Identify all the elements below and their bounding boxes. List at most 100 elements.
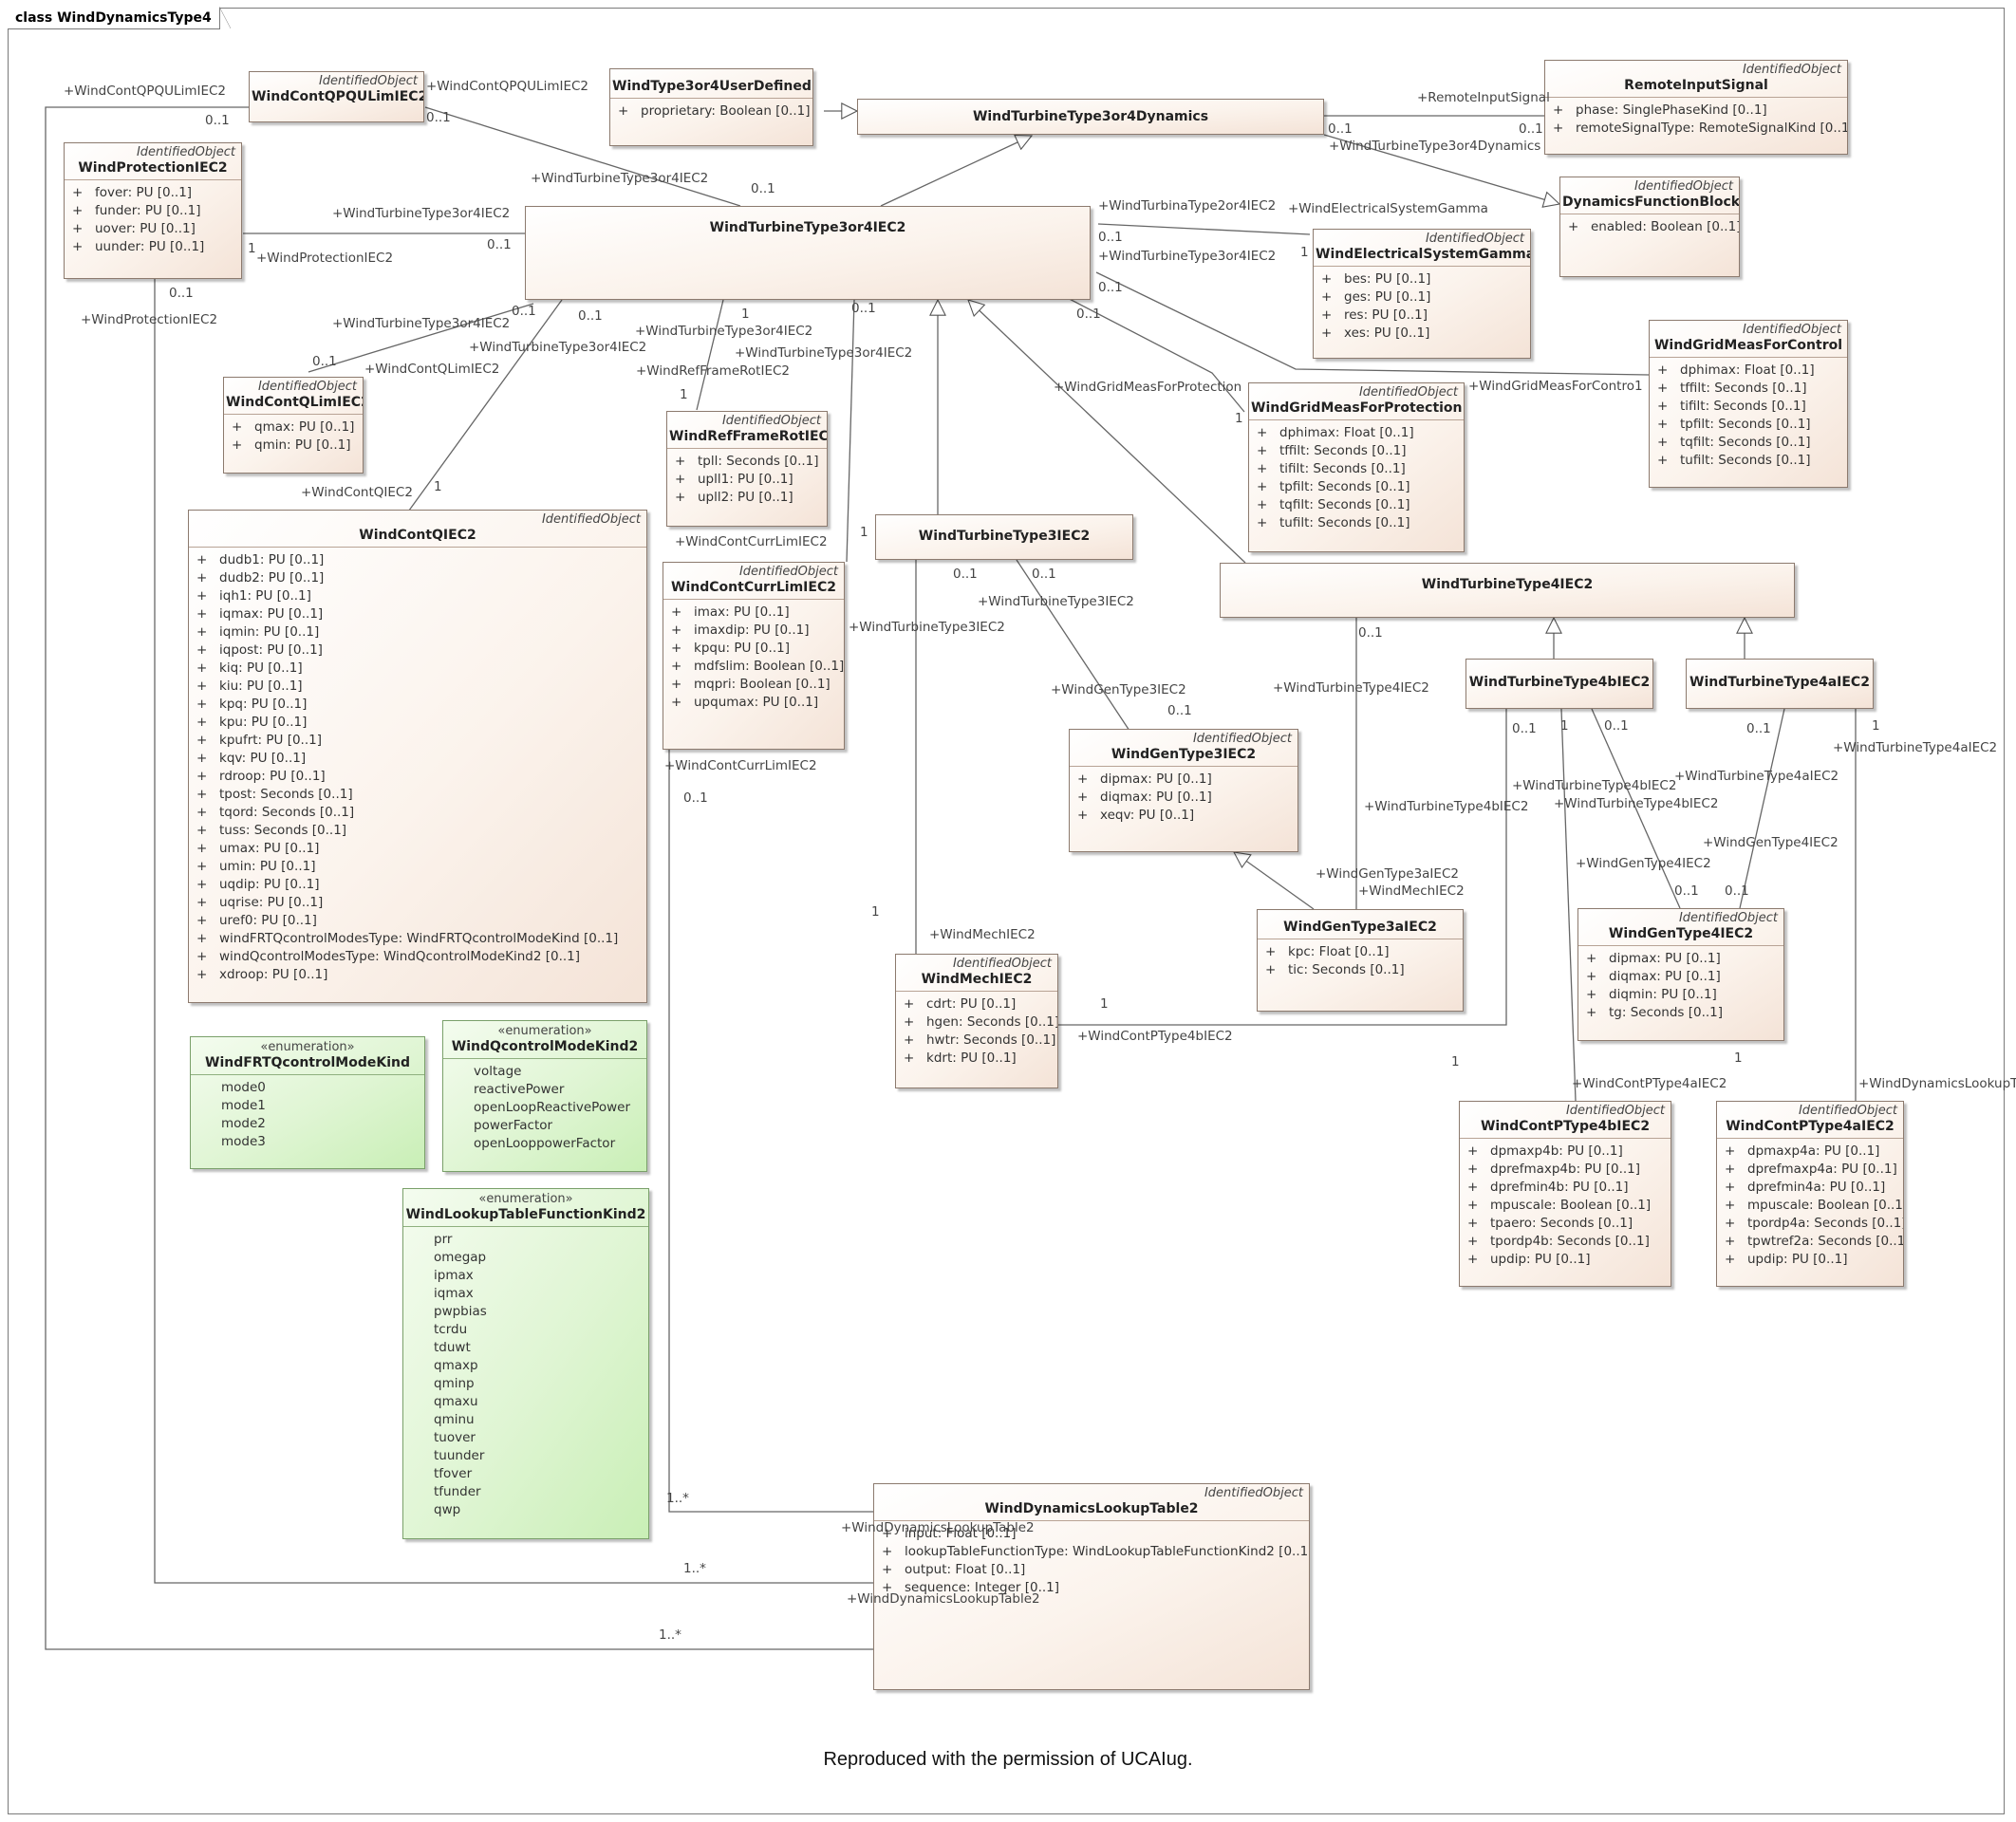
enum-literal: voltage <box>474 1064 522 1079</box>
class-windgentype4[interactable]: IdentifiedObject WindGenType4IEC2 + dipma… <box>1577 908 1784 1041</box>
enum-literal: iqmax <box>434 1286 474 1301</box>
class-dynamicsfunctionblock[interactable]: IdentifiedObject DynamicsFunctionBlock +… <box>1559 177 1740 277</box>
class-windturbinetype4[interactable]: WindTurbineType4IEC2 <box>1220 563 1795 618</box>
multiplicity-label: 0..1 <box>169 286 194 301</box>
class-name: WindContQIEC2 <box>359 528 476 543</box>
attribute-row: + dprefmin4a: PU [0..1] <box>1725 1180 1886 1195</box>
attribute-list: + phase: SinglePhaseKind [0..1] + remoteSi… <box>1545 97 1847 139</box>
attribute-row: + diqmax: PU [0..1] <box>1586 969 1721 984</box>
class-windturbinetype3or4dynamics[interactable]: WindTurbineType3or4Dynamics <box>857 99 1324 135</box>
enum-stereotype: «enumeration» <box>260 1040 355 1054</box>
attribute-row: + umax: PU [0..1] <box>196 841 320 856</box>
role-label: 1 <box>871 904 880 920</box>
enum-literal: reactivePower <box>474 1082 565 1097</box>
class-name: WindType3or4UserDefined <box>612 79 812 94</box>
attribute-row: + xeqv: PU [0..1] <box>1077 808 1195 823</box>
diagram-canvas: class WindDynamicsType4 IdentifiedObject… <box>0 0 2016 1822</box>
multiplicity-label: 0..1 <box>1746 721 1771 736</box>
enum-literal: tfunder <box>434 1484 481 1499</box>
attribute-row: + tuss: Seconds [0..1] <box>196 823 347 838</box>
class-windcontq[interactable]: IdentifiedObject WindContQIEC2 + dudb1: P… <box>188 510 647 1003</box>
attribute-row: + phase: SinglePhaseKind [0..1] <box>1553 102 1767 118</box>
class-windturbinetype4a[interactable]: WindTurbineType4aIEC2 <box>1686 659 1874 709</box>
role-label: +WindTurbineType3or4Dynamics <box>1329 139 1541 154</box>
attribute-list: + enabled: Boolean [0..1] <box>1560 214 1739 238</box>
multiplicity-label: 0..1 <box>1032 567 1056 582</box>
attribute-row: + mqpri: Boolean [0..1] <box>671 677 831 692</box>
role-label: +WindContCurrLimIEC2 <box>664 758 817 773</box>
attribute-list: + proprietary: Boolean [0..1] <box>610 98 812 122</box>
class-windturbinetype4b[interactable]: WindTurbineType4bIEC2 <box>1465 659 1653 709</box>
enum-literal: mode3 <box>221 1134 266 1149</box>
class-windgridmeasforprotection[interactable]: IdentifiedObject WindGridMeasForProtecti… <box>1248 382 1465 552</box>
class-stereotype: IdentifiedObject <box>1565 1104 1665 1118</box>
class-windcontptype4b[interactable]: IdentifiedObject WindContPType4bIEC2 + dp… <box>1459 1101 1671 1287</box>
class-windgridmeasforcontrol[interactable]: IdentifiedObject WindGridMeasForControl … <box>1649 320 1848 488</box>
permission-caption: Reproduced with the permission of UCAIug… <box>823 1749 1193 1770</box>
class-name: WindMechIEC2 <box>921 972 1033 987</box>
enum-stereotype: «enumeration» <box>497 1024 592 1038</box>
class-windelectricalsystemgamma[interactable]: IdentifiedObject WindElectricalSystemGam… <box>1313 229 1531 359</box>
attribute-list: + dipmax: PU [0..1] + diqmax: PU [0..1] + x… <box>1070 766 1297 827</box>
role-label: +WindTurbinaType2or4IEC2 <box>1098 198 1277 214</box>
class-windcontptype4a[interactable]: IdentifiedObject WindContPType4aIEC2 + dp… <box>1716 1101 1904 1287</box>
attribute-row: + imaxdip: PU [0..1] <box>671 623 810 638</box>
assoc-currlim-lookup <box>668 750 873 1513</box>
attribute-row: + iqpost: PU [0..1] <box>196 642 323 658</box>
enum-literal: mode2 <box>221 1116 266 1131</box>
class-windgentype3a[interactable]: WindGenType3aIEC2 + kpc: Float [0..1] + ti… <box>1257 909 1464 1012</box>
attribute-row: + kpufrt: PU [0..1] <box>196 733 322 748</box>
multiplicity-label: 0..1 <box>1674 883 1699 899</box>
attribute-row: + diqmax: PU [0..1] <box>1077 790 1212 805</box>
class-windrefframerot[interactable]: IdentifiedObject WindRefFrameRotIEC2 + tp… <box>666 411 828 527</box>
multiplicity-label: 1 <box>434 479 442 494</box>
role-label: 1 <box>1451 1054 1460 1069</box>
enum-windqcontrolmodekind2[interactable]: «enumeration» WindQcontrolModeKind2 volt… <box>442 1020 647 1172</box>
attribute-row: + dudb2: PU [0..1] <box>196 570 325 586</box>
attribute-row: + dphimax: Float [0..1] <box>1657 363 1815 378</box>
class-name: WindGenType3aIEC2 <box>1283 920 1437 935</box>
enum-literal-list: voltage reactivePower openLoopReactivePo… <box>443 1058 646 1155</box>
attribute-row: + iqmax: PU [0..1] <box>196 606 324 622</box>
class-windcontqpqulim[interactable]: IdentifiedObject WindContQPQULimIEC2 <box>249 71 424 122</box>
attribute-row: + dpmaxp4a: PU [0..1] <box>1725 1143 1880 1159</box>
role-label: +WindContQIEC2 <box>301 485 413 500</box>
class-stereotype: IdentifiedObject <box>1192 732 1292 746</box>
attribute-row: + proprietary: Boolean [0..1] <box>618 103 811 119</box>
class-windgentype3[interactable]: IdentifiedObject WindGenType3IEC2 + dipma… <box>1069 729 1298 852</box>
attribute-row: + kiu: PU [0..1] <box>196 679 303 694</box>
assoc-type4a-gentype4 <box>1739 708 1785 909</box>
multiplicity-label: 1 <box>680 387 688 402</box>
class-windtype3or4userdefined[interactable]: WindType3or4UserDefined + proprietary: Bo… <box>609 68 813 146</box>
class-stereotype: IdentifiedObject <box>1742 63 1841 77</box>
class-windprotection[interactable]: IdentifiedObject WindProtectionIEC2 + fov… <box>64 142 242 279</box>
attribute-list: + kpc: Float [0..1] + tic: Seconds [0..1] <box>1258 939 1463 981</box>
attribute-row: + tifilt: Seconds [0..1] <box>1657 399 1806 414</box>
attribute-row: + tpost: Seconds [0..1] <box>196 787 353 802</box>
class-windmech[interactable]: IdentifiedObject WindMechIEC2 + cdrt: PU … <box>895 954 1058 1088</box>
class-windcontcurrlim[interactable]: IdentifiedObject WindContCurrLimIEC2 + im… <box>663 562 845 750</box>
multiplicity-label: 0..1 <box>312 354 337 369</box>
class-windturbinetype3[interactable]: WindTurbineType3IEC2 <box>875 514 1133 560</box>
attribute-row: + updip: PU [0..1] <box>1467 1252 1591 1267</box>
attribute-row: + tffilt: Seconds [0..1] <box>1257 443 1407 458</box>
class-winddynamicslookuptable[interactable]: IdentifiedObject WindDynamicsLookupTable… <box>873 1483 1310 1690</box>
attribute-row: + qmax: PU [0..1] <box>232 419 355 435</box>
multiplicity-label: +WindContPType4aIEC2 <box>1572 1076 1727 1091</box>
class-windcontqlim[interactable]: IdentifiedObject WindContQLimIEC2 + qmax:… <box>223 377 364 474</box>
role-label: +WindGenType4IEC2 <box>1576 856 1711 871</box>
class-windturbinetype3or4[interactable]: WindTurbineType3or4IEC2 <box>525 206 1091 300</box>
role-label: +WindTurbineType3or4IEC2 <box>531 171 709 186</box>
enum-windlookuptablefunctionkind2[interactable]: «enumeration» WindLookupTableFunctionKin… <box>402 1188 649 1539</box>
role-label: +WindTurbineType4bIEC2 <box>1364 799 1529 814</box>
multiplicity-label: 0..1 <box>1512 721 1537 736</box>
enum-literal: qmaxp <box>434 1358 478 1373</box>
class-name: WindRefFrameRotIEC2 <box>669 429 828 444</box>
class-stereotype: IdentifiedObject <box>1358 385 1458 400</box>
enum-literal: qwp <box>434 1502 461 1517</box>
enum-windfrtqcontrolmodekind[interactable]: «enumeration» WindFRTQcontrolModeKind mo… <box>190 1036 425 1169</box>
class-remoteinputsignal[interactable]: IdentifiedObject RemoteInputSignal + phas… <box>1544 60 1848 155</box>
class-stereotype: IdentifiedObject <box>952 957 1052 971</box>
multiplicity-label: 0..1 <box>1725 883 1749 899</box>
class-name: WindTurbineType4bIEC2 <box>1468 675 1651 690</box>
